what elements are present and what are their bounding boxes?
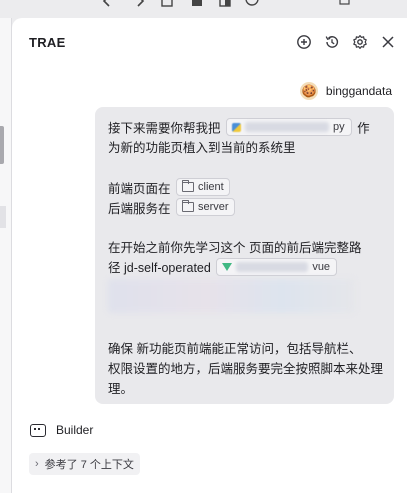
forward-icon[interactable] [133, 0, 147, 8]
message-line: 径 jd-self-operated vue [108, 258, 382, 278]
folder-icon [182, 180, 194, 192]
vue-file-icon [222, 263, 233, 271]
editor-pane-edge [0, 18, 12, 493]
scroll-thumb[interactable] [0, 126, 4, 164]
user-name: binggandata [325, 84, 392, 98]
message-text: 确保 新功能页前端能正常访问，包括导航栏、 [108, 342, 362, 356]
message-text: 接下来需要你帮我把 [108, 121, 221, 136]
folder-reference-chip[interactable]: client [176, 178, 230, 196]
redacted-filename [245, 122, 329, 132]
references-label: 参考了 7 个上下文 [44, 459, 134, 471]
folder-name: client [198, 181, 224, 193]
cookie-avatar-icon: 🍪 [299, 82, 318, 100]
references-toggle[interactable]: › 参考了 7 个上下文 [29, 453, 140, 475]
builder-icon [30, 423, 46, 437]
new-chat-icon[interactable] [295, 33, 313, 51]
back-icon[interactable] [100, 0, 114, 8]
python-file-icon [232, 122, 241, 132]
redacted-text-block [108, 279, 355, 313]
message-text: 权限设置的地方，后端服务要完全按照脚本来处理 [108, 362, 384, 376]
user-message: 接下来需要你帮我把 py 作 为新的功能页植入到当前的系统里 前端页面在 cli… [95, 107, 394, 404]
folder-name: server [198, 201, 229, 213]
message-text: 为新的功能页植入到当前的系统里 [108, 141, 296, 155]
file-reference-chip[interactable]: vue [216, 258, 338, 276]
message-text: 在开始之前你先学习这个 页面的前后端完整路 [108, 241, 362, 255]
message-line: 前端页面在 client [108, 178, 382, 198]
chat-panel: TRAE 🍪 binggandata 接下来需要你帮我把 py 作 为新的功能页… [12, 18, 407, 493]
file-reference-chip[interactable]: py [226, 118, 352, 136]
sidebar-icon[interactable] [218, 0, 232, 8]
message-line: 接下来需要你帮我把 py 作 [108, 118, 382, 138]
settings-icon[interactable] [351, 33, 369, 51]
redacted-filename [236, 262, 309, 272]
account-icon[interactable] [245, 0, 259, 8]
panel-title: TRAE [29, 35, 66, 50]
chat-header: TRAE [12, 18, 407, 66]
agent-header: Builder [30, 423, 93, 437]
history-icon[interactable] [323, 33, 341, 51]
message-text: 后端服务在 [108, 202, 171, 216]
folder-reference-chip[interactable]: server [176, 198, 235, 216]
message-text: 径 jd-self-operated [108, 261, 211, 275]
panel-icon[interactable] [190, 0, 204, 8]
folder-icon [182, 200, 194, 212]
user-header: 🍪 binggandata [299, 82, 392, 100]
message-text: 理。 [108, 382, 134, 396]
file-extension: vue [312, 261, 331, 273]
close-icon[interactable] [379, 33, 397, 51]
window-toolbar [0, 0, 407, 18]
file-extension: py [333, 121, 345, 133]
message-text: 前端页面在 [108, 182, 171, 196]
chevron-right-icon: › [35, 458, 39, 470]
restore-window-icon[interactable] [338, 0, 352, 8]
message-text: 作 [357, 121, 370, 136]
selected-line-marker [0, 206, 6, 228]
layout-icon[interactable] [160, 0, 174, 8]
agent-name: Builder [56, 423, 94, 437]
message-line: 后端服务在 server [108, 198, 382, 218]
